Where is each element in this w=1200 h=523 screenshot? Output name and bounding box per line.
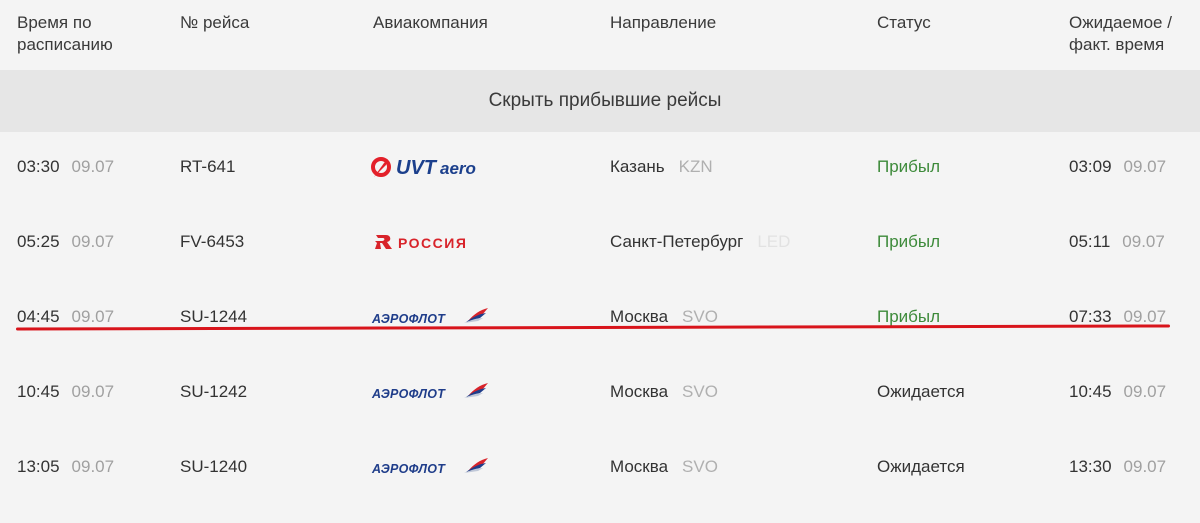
scheduled-time-value: 13:05 xyxy=(17,457,60,476)
scheduled-time-value: 03:30 xyxy=(17,157,60,176)
flight-row[interactable]: 04:45 09.07 SU-1244 АЭРОФЛОТ Москва SVO … xyxy=(0,280,1200,354)
actual-time-value: 05:11 xyxy=(1069,232,1111,251)
aeroflot-logo-text: АЭРОФЛОТ xyxy=(371,387,446,401)
rossiya-logo-icon: РОССИЯ xyxy=(375,235,467,251)
actual-date: 09.07 xyxy=(1123,457,1167,476)
actual-time-value: 10:45 xyxy=(1069,382,1112,401)
destination-city: Москва xyxy=(610,307,669,326)
header-direction: Направление xyxy=(610,13,717,32)
airport-code: LED xyxy=(757,232,791,251)
direction: Москва SVO xyxy=(610,355,718,429)
actual-time: 03:09 09.07 xyxy=(1069,130,1166,204)
aeroflot-logo-text: АЭРОФЛОТ xyxy=(371,462,446,476)
header-scheduled-time: Время по расписанию xyxy=(17,13,113,54)
hide-arrived-label: Скрыть прибывшие рейсы xyxy=(488,90,722,111)
flight-status: Прибыл xyxy=(877,157,941,176)
flight-row[interactable]: 03:30 09.07 RT-641 UVT aero Казань KZN П… xyxy=(0,130,1200,204)
airline-logo: АЭРОФЛОТ xyxy=(370,430,490,504)
flight-number: RT-641 xyxy=(180,157,236,176)
aeroflot-logo-text: АЭРОФЛОТ xyxy=(371,312,446,326)
flight-row[interactable]: 13:05 09.07 SU-1240 АЭРОФЛОТ Москва SVO … xyxy=(0,430,1200,504)
direction: Санкт-Петербург LED xyxy=(610,205,790,279)
flight-number: SU-1242 xyxy=(180,382,248,401)
rossiya-logo-text: РОССИЯ xyxy=(398,235,467,251)
aeroflot-logo-icon: АЭРОФЛОТ xyxy=(371,383,488,401)
flight-row[interactable]: 10:45 09.07 SU-1242 АЭРОФЛОТ Москва SVO … xyxy=(0,355,1200,429)
scheduled-time-value: 10:45 xyxy=(17,382,60,401)
uvt-logo-text: UVT xyxy=(396,157,438,179)
hide-arrived-toggle[interactable]: Скрыть прибывшие рейсы xyxy=(0,70,1200,132)
flight-status: Ожидается xyxy=(877,457,965,476)
airline-logo: РОССИЯ xyxy=(370,205,490,279)
airport-code: SVO xyxy=(682,457,718,476)
scheduled-time: 04:45 09.07 xyxy=(17,280,114,354)
actual-time: 07:33 09.07 xyxy=(1069,280,1166,354)
direction: Москва SVO xyxy=(610,280,718,354)
flight-row[interactable]: 05:25 09.07 FV-6453 РОССИЯ Санкт-Петербу… xyxy=(0,205,1200,279)
header-flight-number: № рейса xyxy=(180,13,250,32)
airport-code: SVO xyxy=(682,382,718,401)
header-status: Статус xyxy=(877,13,931,32)
actual-date: 09.07 xyxy=(1123,382,1167,401)
scheduled-time: 03:30 09.07 xyxy=(17,130,114,204)
actual-date: 09.07 xyxy=(1122,232,1165,251)
aeroflot-logo-icon: АЭРОФЛОТ xyxy=(371,308,488,326)
table-header: Время по расписанию № рейса Авиакомпания… xyxy=(0,0,1200,70)
actual-time: 13:30 09.07 xyxy=(1069,430,1166,504)
flight-number: SU-1244 xyxy=(180,307,248,326)
flight-number: FV-6453 xyxy=(180,232,245,251)
actual-time: 10:45 09.07 xyxy=(1069,355,1166,429)
destination-city: Москва xyxy=(610,457,669,476)
scheduled-time-value: 05:25 xyxy=(17,232,60,251)
scheduled-date: 09.07 xyxy=(71,232,115,251)
actual-time-value: 03:09 xyxy=(1069,157,1112,176)
uvt-aero-logo-icon: UVT aero xyxy=(371,157,476,179)
direction: Москва SVO xyxy=(610,430,718,504)
scheduled-time: 10:45 09.07 xyxy=(17,355,114,429)
actual-time: 05:11 09.07 xyxy=(1069,205,1165,279)
actual-time-value: 13:30 xyxy=(1069,457,1112,476)
airline-logo: UVT aero xyxy=(370,130,496,204)
destination-city: Казань xyxy=(610,157,665,176)
scheduled-date: 09.07 xyxy=(71,382,115,401)
header-actual-time: Ожидаемое / факт. время xyxy=(1069,13,1172,54)
airline-logo: АЭРОФЛОТ xyxy=(370,280,490,354)
actual-date: 09.07 xyxy=(1123,157,1167,176)
scheduled-time-value: 04:45 xyxy=(17,307,60,326)
flight-status: Прибыл xyxy=(877,307,941,326)
direction: Казань KZN xyxy=(610,130,713,204)
flight-status: Ожидается xyxy=(877,382,965,401)
scheduled-date: 09.07 xyxy=(71,457,115,476)
header-airline: Авиакомпания xyxy=(373,13,488,32)
airline-logo: АЭРОФЛОТ xyxy=(370,355,490,429)
flight-number: SU-1240 xyxy=(180,457,248,476)
destination-city: Москва xyxy=(610,382,669,401)
uvt-logo-text-2: aero xyxy=(440,159,476,178)
airport-code: KZN xyxy=(678,157,713,176)
scheduled-date: 09.07 xyxy=(71,157,115,176)
scheduled-time: 05:25 09.07 xyxy=(17,205,114,279)
flight-status: Прибыл xyxy=(877,232,941,251)
scheduled-time: 13:05 09.07 xyxy=(17,430,114,504)
scheduled-date: 09.07 xyxy=(71,307,115,326)
airport-code: SVO xyxy=(682,307,718,326)
destination-city: Санкт-Петербург xyxy=(610,232,744,251)
aeroflot-logo-icon: АЭРОФЛОТ xyxy=(371,458,488,476)
